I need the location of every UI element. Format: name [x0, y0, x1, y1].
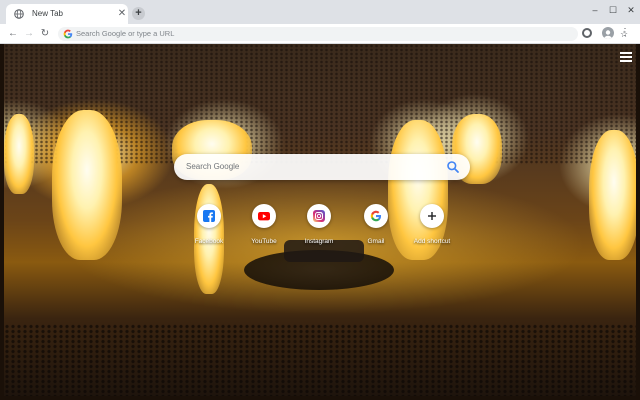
background-flame — [4, 114, 34, 194]
reload-button[interactable]: ↻ — [38, 27, 52, 41]
new-tab-page: Search Google Facebook YouTube Instagram… — [4, 44, 636, 396]
maximize-button[interactable]: ☐ — [606, 4, 620, 16]
shortcut-label: YouTube — [251, 238, 277, 245]
add-shortcut-button[interactable]: Add shortcut — [402, 204, 462, 254]
shortcut-youtube[interactable]: YouTube — [234, 204, 294, 254]
tab-title: New Tab — [32, 9, 63, 18]
background-flame — [52, 110, 122, 260]
browser-menu-icon[interactable]: ⋮ — [620, 26, 630, 40]
google-icon — [63, 29, 73, 39]
search-placeholder: Search Google — [186, 162, 240, 171]
google-icon — [370, 210, 382, 222]
toolbar: ← → ↻ Search Google or type a URL ☆ — [0, 24, 640, 44]
shortcut-icon-circle — [252, 204, 276, 228]
search-box[interactable]: Search Google — [174, 154, 470, 180]
instagram-icon — [313, 210, 325, 222]
omnibox-placeholder: Search Google or type a URL — [76, 29, 175, 38]
shortcut-label: Add shortcut — [413, 238, 451, 245]
shortcut-label: Instagram — [304, 238, 334, 245]
shortcut-gmail[interactable]: Gmail — [346, 204, 406, 254]
hamburger-menu-icon[interactable] — [620, 52, 632, 62]
tab-new-tab[interactable]: New Tab ✕ — [6, 4, 128, 24]
shortcut-icon-circle — [307, 204, 331, 228]
extension-icon[interactable] — [582, 28, 592, 38]
background-flame — [589, 130, 636, 260]
youtube-icon — [258, 212, 270, 221]
tab-strip: New Tab ✕ + – ☐ ✕ — [0, 0, 640, 24]
facebook-icon — [203, 210, 215, 222]
back-button[interactable]: ← — [6, 27, 20, 41]
shortcut-icon-circle — [364, 204, 388, 228]
background-crowd-front — [4, 324, 636, 396]
shortcut-instagram[interactable]: Instagram — [289, 204, 349, 254]
shortcut-icon-circle — [420, 204, 444, 228]
search-icon[interactable] — [446, 160, 460, 174]
shortcut-facebook[interactable]: Facebook — [179, 204, 239, 254]
profile-avatar[interactable] — [602, 27, 614, 39]
shortcut-label: Facebook — [194, 238, 224, 245]
shortcut-icon-circle — [197, 204, 221, 228]
shortcut-label: Gmail — [367, 238, 385, 245]
omnibox[interactable]: Search Google or type a URL ☆ — [58, 27, 628, 41]
close-tab-icon[interactable]: ✕ — [116, 8, 128, 20]
close-window-button[interactable]: ✕ — [624, 4, 638, 16]
new-tab-button[interactable]: + — [132, 7, 145, 20]
minimize-button[interactable]: – — [588, 4, 602, 16]
globe-icon — [14, 9, 24, 19]
plus-icon — [428, 212, 436, 220]
forward-button[interactable]: → — [22, 27, 36, 41]
